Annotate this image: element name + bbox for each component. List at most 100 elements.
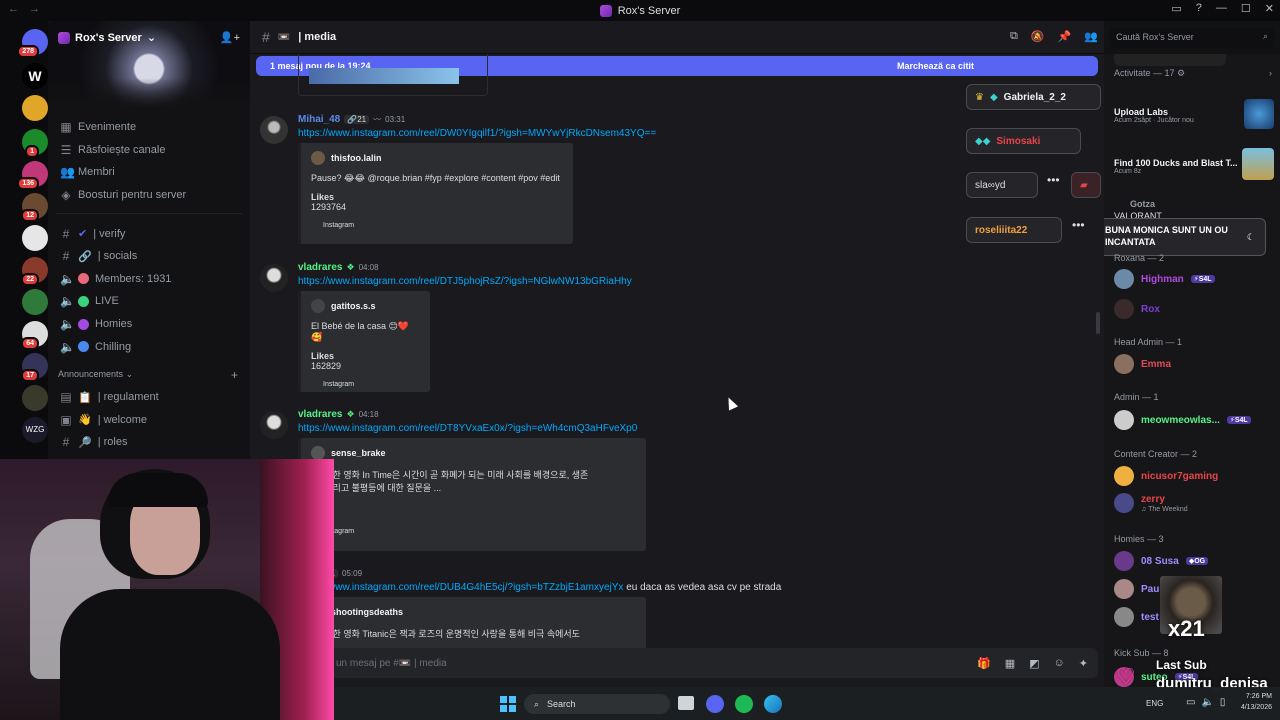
avatar[interactable] [260, 411, 288, 439]
server-icon[interactable]: 17 [11, 353, 48, 382]
chevron-right-icon[interactable]: › [1269, 68, 1272, 78]
member-list-icon[interactable]: 👥 [1084, 30, 1098, 43]
message-input[interactable]: un mesaj pe #📼 | media 🎁 ▦ ◩ ☺ ✦ [256, 648, 1098, 678]
clock[interactable]: 7:26 PM 4/13/2026 [1241, 693, 1272, 711]
search-input[interactable]: Caută Rox's Server ⌕ [1110, 28, 1274, 48]
server-icon[interactable]: 22 [11, 257, 48, 286]
game-thumbnail [1242, 148, 1274, 180]
message-link[interactable]: https://www.instagram.com/reel/DTJ5phojR… [298, 276, 632, 287]
window-title: Rox's Server [599, 4, 680, 17]
threads-icon[interactable]: ⧉ [1010, 30, 1018, 43]
discord-app-icon[interactable] [706, 695, 724, 713]
member-item[interactable]: zerry ♫ The Weeknd [1114, 490, 1274, 516]
sticker-icon[interactable]: ◩ [1029, 657, 1039, 670]
channel-chilling[interactable]: 🔈 Chilling [48, 335, 250, 358]
mute-bell-icon[interactable]: 🔕 [1031, 30, 1045, 43]
server-icon[interactable]: WZG [11, 417, 48, 443]
magnifier-icon: 🔎 [78, 436, 92, 449]
gift-icon[interactable]: 🎁 [977, 657, 991, 670]
edge-browser-icon[interactable] [764, 695, 782, 713]
close-button[interactable]: ✕ [1265, 2, 1274, 15]
server-icon[interactable]: 136 [11, 161, 48, 190]
avatar[interactable] [260, 116, 288, 144]
embed-author[interactable]: thisfoo.lalin [331, 153, 382, 163]
verified-badge-icon: ❖ [346, 409, 355, 419]
member-item[interactable]: Highman ⚡S4L [1114, 266, 1274, 292]
channel-label: | verify [93, 227, 126, 240]
category-announcements[interactable]: Announcements ⌄ + [48, 364, 250, 386]
sidebar-item-browse-channels[interactable]: ☰ Răsfoiește canale [48, 139, 250, 162]
channel-members-count[interactable]: 🔈 Members: 1931 [48, 268, 250, 291]
maximize-button[interactable]: ☐ [1241, 2, 1251, 15]
channel-welcome[interactable]: ▣ 👋 | welcome [48, 409, 250, 432]
member-item[interactable]: meowmeowlas... ⚡S4L [1114, 407, 1274, 433]
embed-author[interactable]: sense_brake [331, 448, 386, 458]
minimize-button[interactable]: — [1216, 2, 1227, 15]
server-icon[interactable] [11, 95, 48, 121]
home-button[interactable]: 278 [11, 29, 48, 58]
mark-as-read-button[interactable]: Marchează ca citit [897, 61, 974, 71]
invite-people-icon[interactable]: 👤+ [220, 31, 240, 44]
member-item[interactable]: Emma [1114, 351, 1274, 377]
embed-author[interactable]: gatitos.s.s [331, 301, 376, 311]
sidebar-item-events[interactable]: ▦ Evenimente [48, 116, 250, 139]
language-indicator[interactable]: ENG [1146, 693, 1163, 708]
server-name-button[interactable]: Rox's Server ⌄ [58, 31, 156, 44]
message-link[interactable]: https://www.instagram.com/reel/DUB4G4hE5… [298, 582, 623, 593]
forward-arrow-icon[interactable]: → [29, 3, 40, 15]
server-icon[interactable]: W [11, 63, 48, 89]
channel-verify[interactable]: # ✔ | verify [48, 222, 250, 245]
nav-arrows: ← → [8, 3, 40, 15]
flower-icon [78, 273, 89, 285]
back-arrow-icon[interactable]: ← [8, 3, 19, 15]
crown-icon: ♛ [975, 91, 984, 103]
member-item[interactable]: nicusor7gaming [1114, 463, 1274, 489]
member-item[interactable]: Rox [1114, 296, 1274, 322]
server-icon[interactable]: 64 [11, 321, 48, 350]
network-icon[interactable]: ▭ [1186, 697, 1195, 708]
volume-icon[interactable]: 🔈 [1201, 697, 1213, 708]
channel-roles[interactable]: # 🔎 | roles [48, 431, 250, 454]
message-list[interactable]: 1 mesaj nou de la 19:24 Marchează ca cit… [250, 54, 1104, 687]
member-badge: ⚡S4L [1226, 416, 1251, 424]
apps-icon[interactable]: ✦ [1079, 657, 1088, 670]
gif-icon[interactable]: ▦ [1005, 657, 1015, 670]
spotify-app-icon[interactable] [735, 695, 753, 713]
username[interactable]: vladrares [298, 409, 342, 420]
webcam-person-cap [108, 473, 208, 507]
server-icon[interactable] [11, 225, 48, 251]
inbox-icon[interactable]: ▭ [1171, 2, 1181, 15]
username[interactable]: Mihai_48 [298, 114, 340, 125]
embed-author[interactable]: shootingsdeaths [331, 607, 403, 617]
sidebar-item-label: Răsfoiește canale [78, 143, 166, 156]
channel-regulament[interactable]: ▤ 📋 | regulament [48, 386, 250, 409]
activity-card[interactable]: Find 100 Ducks and Blast T... Acum 8z [1114, 146, 1274, 180]
help-icon[interactable]: ? [1196, 2, 1202, 15]
sidebar-item-members[interactable]: 👥 Membri [48, 161, 250, 184]
avatar[interactable] [260, 264, 288, 292]
server-icon[interactable] [11, 385, 48, 411]
server-icon[interactable] [11, 289, 48, 315]
mention-badge: 278 [17, 45, 39, 58]
member-item[interactable]: 08 Susa ◆OG [1114, 548, 1274, 574]
server-icon[interactable]: 1 [11, 129, 48, 158]
channel-live[interactable]: 🔈 LIVE [48, 290, 250, 313]
file-explorer-icon[interactable] [678, 696, 694, 710]
pin-icon[interactable]: 📌 [1058, 30, 1072, 43]
channel-homies[interactable]: 🔈 Homies [48, 313, 250, 336]
message-link[interactable]: https://www.instagram.com/reel/DW0YIgqil… [298, 128, 656, 139]
scrollbar-thumb[interactable] [1096, 312, 1100, 334]
wave-icon: 👋 [78, 414, 92, 427]
sidebar-item-boosts[interactable]: ◈ Boosturi pentru server [48, 184, 250, 207]
more-dots-icon: ••• [1047, 173, 1060, 187]
taskbar-search[interactable]: ⌕ Search [524, 694, 670, 714]
message-link[interactable]: https://www.instagram.com/reel/DT8YVxaEx… [298, 423, 637, 434]
username[interactable]: vladrares [298, 262, 342, 273]
server-icon[interactable]: 12 [11, 193, 48, 222]
activity-card[interactable]: Upload Labs Acum 2săpt · Jucător nou [1114, 95, 1274, 129]
windows-start-icon[interactable] [500, 696, 516, 712]
add-channel-icon[interactable]: + [231, 368, 238, 382]
emoji-icon[interactable]: ☺ [1054, 657, 1065, 670]
battery-icon[interactable]: ▯ [1220, 697, 1226, 708]
channel-socials[interactable]: # 🔗 | socials [48, 245, 250, 268]
